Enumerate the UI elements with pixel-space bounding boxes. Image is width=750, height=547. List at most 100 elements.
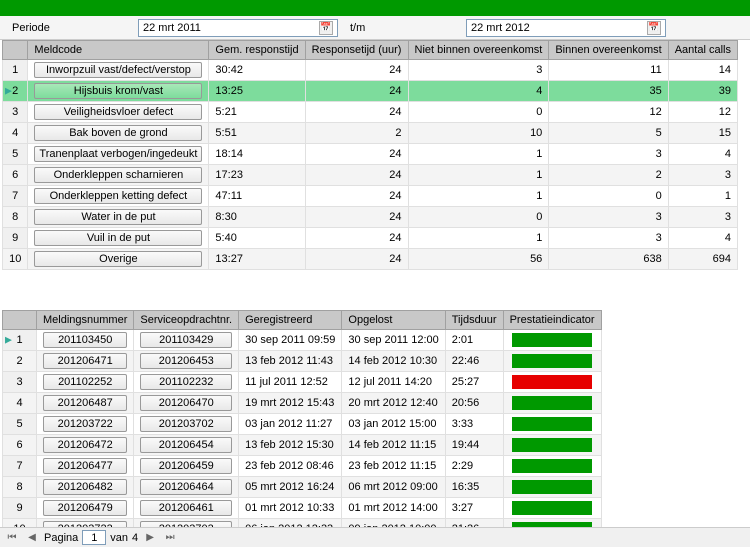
gereg-cell: 01 mrt 2012 10:33 — [239, 498, 342, 519]
gemresp-cell: 5:21 — [209, 102, 305, 123]
table-row[interactable]: 10Overige13:272456638694 — [3, 249, 738, 270]
table-row[interactable]: 7Onderkleppen ketting defect47:1124101 — [3, 186, 738, 207]
table-row[interactable]: 820120648220120646405 mrt 2012 16:2406 m… — [3, 477, 602, 498]
meldcode-button[interactable]: Vuil in de put — [34, 230, 202, 246]
table-row[interactable]: 620120647220120645413 feb 2012 15:3014 f… — [3, 435, 602, 456]
table-row[interactable]: 320110225220110223211 jul 2011 12:5212 j… — [3, 372, 602, 393]
servnr-button[interactable]: 201206470 — [140, 395, 232, 411]
niet-cell: 1 — [408, 165, 549, 186]
meldcode-button[interactable]: Water in de put — [34, 209, 202, 225]
servnr-button[interactable]: 201103429 — [140, 332, 232, 348]
indicator-bar — [512, 501, 592, 515]
prest-cell — [503, 330, 601, 351]
calendar-icon[interactable]: 📅 — [319, 21, 333, 35]
rownum-cell: 4 — [3, 393, 37, 414]
gereg-cell: 19 mrt 2012 15:43 — [239, 393, 342, 414]
col-gereg[interactable]: Geregistreerd — [239, 311, 342, 330]
col-servnr[interactable]: Serviceopdrachtnr. — [134, 311, 239, 330]
periode-label: Periode — [4, 20, 134, 36]
meldnr-button[interactable]: 201206477 — [43, 458, 127, 474]
col-respuur[interactable]: Responsetijd (uur) — [305, 41, 408, 60]
pager-first-icon[interactable]: ⏮ — [4, 530, 20, 546]
gemresp-cell: 18:14 — [209, 144, 305, 165]
indicator-bar — [512, 417, 592, 431]
date-from-input[interactable]: 22 mrt 2011 📅 — [138, 19, 338, 37]
respuur-cell: 24 — [305, 81, 408, 102]
opg-cell: 01 mrt 2012 14:00 — [342, 498, 445, 519]
table-row[interactable]: 420120648720120647019 mrt 2012 15:4320 m… — [3, 393, 602, 414]
rownum-cell: 8 — [3, 207, 28, 228]
pager-current-input[interactable] — [82, 530, 106, 545]
col-gemresp[interactable]: Gem. responstijd — [209, 41, 305, 60]
meldcode-button[interactable]: Bak boven de grond — [34, 125, 202, 141]
table-row[interactable]: ▶120110345020110342930 sep 2011 09:5930 … — [3, 330, 602, 351]
pager-last-icon[interactable]: ⏭ — [162, 530, 178, 546]
date-to-input[interactable]: 22 mrt 2012 📅 — [466, 19, 666, 37]
table-row[interactable]: 8Water in de put8:3024033 — [3, 207, 738, 228]
col-opg[interactable]: Opgelost — [342, 311, 445, 330]
binnen-cell: 638 — [549, 249, 668, 270]
meldnr-button[interactable]: 201103450 — [43, 332, 127, 348]
binnen-cell: 0 — [549, 186, 668, 207]
niet-cell: 1 — [408, 144, 549, 165]
col-meldnr[interactable]: Meldingsnummer — [37, 311, 134, 330]
servnr-button[interactable]: 201206454 — [140, 437, 232, 453]
table-row[interactable]: 920120647920120646101 mrt 2012 10:3301 m… — [3, 498, 602, 519]
aantal-cell: 39 — [668, 81, 737, 102]
servnr-button[interactable]: 201206464 — [140, 479, 232, 495]
table-row[interactable]: 4Bak boven de grond5:51210515 — [3, 123, 738, 144]
meldcode-button[interactable]: Onderkleppen scharnieren — [34, 167, 202, 183]
col-binnen[interactable]: Binnen overeenkomst — [549, 41, 668, 60]
meldnr-button[interactable]: 201206482 — [43, 479, 127, 495]
meldnr-button[interactable]: 201102252 — [43, 374, 127, 390]
binnen-cell: 3 — [549, 228, 668, 249]
table-row[interactable]: 720120647720120645923 feb 2012 08:4623 f… — [3, 456, 602, 477]
indicator-bar — [512, 480, 592, 494]
calendar-icon[interactable]: 📅 — [647, 21, 661, 35]
meldnr-button[interactable]: 201206479 — [43, 500, 127, 516]
table-row[interactable]: 220120647120120645313 feb 2012 11:4314 f… — [3, 351, 602, 372]
rownum-header — [3, 311, 37, 330]
table-row[interactable]: 9Vuil in de put5:4024134 — [3, 228, 738, 249]
servnr-button[interactable]: 201206453 — [140, 353, 232, 369]
meldcode-button[interactable]: Veiligheidsvloer defect — [34, 104, 202, 120]
pager-total: 4 — [132, 532, 138, 544]
col-tijd[interactable]: Tijdsduur — [445, 311, 503, 330]
opg-cell: 06 mrt 2012 09:00 — [342, 477, 445, 498]
opg-cell: 30 sep 2011 12:00 — [342, 330, 445, 351]
servnr-button[interactable]: 201102232 — [140, 374, 232, 390]
meldcode-button[interactable]: Overige — [34, 251, 202, 267]
meldcode-button[interactable]: Hijsbuis krom/vast — [34, 83, 202, 99]
pager-prev-icon[interactable]: ◀ — [24, 530, 40, 546]
meldnr-button[interactable]: 201206472 — [43, 437, 127, 453]
table-row[interactable]: 520120372220120370203 jan 2012 11:2703 j… — [3, 414, 602, 435]
col-meldcode[interactable]: Meldcode — [28, 41, 209, 60]
table-row[interactable]: 1Inworpzuil vast/defect/verstop30:422431… — [3, 60, 738, 81]
table-row[interactable]: 6Onderkleppen scharnieren17:2324123 — [3, 165, 738, 186]
respuur-cell: 24 — [305, 186, 408, 207]
meldcode-button[interactable]: Onderkleppen ketting defect — [34, 188, 202, 204]
meldcode-button[interactable]: Inworpzuil vast/defect/verstop — [34, 62, 202, 78]
gemresp-cell: 5:51 — [209, 123, 305, 144]
meldnr-button[interactable]: 201206487 — [43, 395, 127, 411]
col-prest[interactable]: Prestatieindicator — [503, 311, 601, 330]
van-label: van — [110, 532, 128, 544]
pager-next-icon[interactable]: ▶ — [142, 530, 158, 546]
prest-cell — [503, 393, 601, 414]
meldcode-button[interactable]: Tranenplaat verbogen/ingedeukt — [34, 146, 202, 162]
indicator-bar — [512, 333, 592, 347]
rownum-cell: 3 — [3, 372, 37, 393]
table-row[interactable]: 5Tranenplaat verbogen/ingedeukt18:142413… — [3, 144, 738, 165]
col-niet[interactable]: Niet binnen overeenkomst — [408, 41, 549, 60]
aantal-cell: 694 — [668, 249, 737, 270]
meldnr-button[interactable]: 201203722 — [43, 416, 127, 432]
servnr-button[interactable]: 201206461 — [140, 500, 232, 516]
meldnr-button[interactable]: 201206471 — [43, 353, 127, 369]
col-aantal[interactable]: Aantal calls — [668, 41, 737, 60]
servnr-button[interactable]: 201203702 — [140, 416, 232, 432]
table-row[interactable]: 3Veiligheidsvloer defect5:212401212 — [3, 102, 738, 123]
respuur-cell: 24 — [305, 60, 408, 81]
servnr-button[interactable]: 201206459 — [140, 458, 232, 474]
binnen-cell: 3 — [549, 144, 668, 165]
table-row[interactable]: ▶2Hijsbuis krom/vast13:252443539 — [3, 81, 738, 102]
